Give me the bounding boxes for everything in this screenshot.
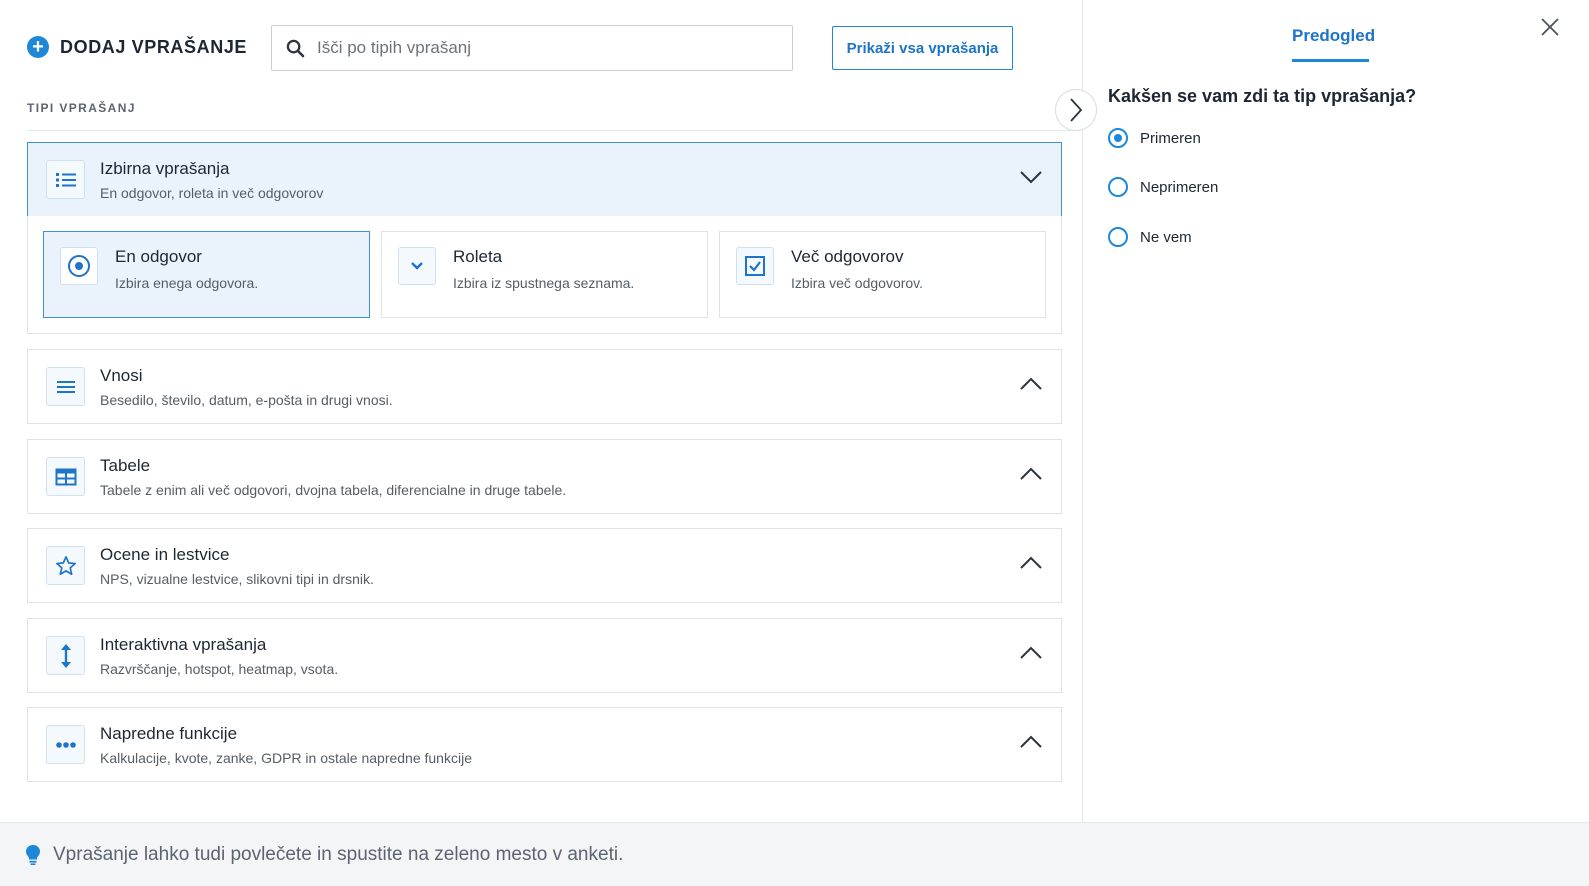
answer-label: Primeren [1140, 129, 1201, 147]
checkbox-icon [736, 247, 774, 285]
option-description: Izbira iz spustnega seznama. [453, 275, 635, 291]
tab-preview[interactable]: Predogled [1292, 26, 1375, 46]
category-description: Kalkulacije, kvote, zanke, GDPR in ostal… [100, 749, 472, 766]
radio-button[interactable] [1108, 128, 1128, 148]
plus-circle-icon: + [27, 36, 49, 58]
chevron-down-icon [1020, 171, 1042, 184]
category-title: Tabele [100, 455, 151, 475]
tab-active-indicator [1292, 59, 1369, 62]
show-all-questions-button[interactable]: Prikaži vsa vprašanja [832, 26, 1013, 70]
star-icon [46, 546, 85, 585]
preview-question-title: Kakšen se vam zdi ta tip vprašanja? [1108, 86, 1417, 106]
text-lines-icon [46, 367, 85, 406]
preview-answer-option[interactable]: Primeren [1108, 128, 1201, 148]
chevron-right-icon [1070, 98, 1083, 122]
add-question-title: DODAJ VPRAŠANJE [60, 36, 248, 57]
answer-label: Neprimeren [1140, 178, 1219, 196]
section-label: TIPI VPRAŠANJ [27, 101, 136, 115]
category-inputs[interactable]: Vnosi Besedilo, število, datum, e-pošta … [27, 349, 1062, 424]
footer-hint-text: Vprašanje lahko tudi povlečete in spusti… [53, 843, 624, 865]
option-multiple-answers[interactable]: Več odgovorov Izbira več odgovorov. [719, 231, 1046, 318]
table-icon [46, 457, 85, 496]
option-title: Več odgovorov [791, 247, 904, 266]
section-divider [27, 130, 1081, 131]
category-description: Razvrščanje, hotspot, heatmap, vsota. [100, 660, 339, 677]
category-tables[interactable]: Tabele Tabele z enim ali več odgovori, d… [27, 439, 1062, 514]
category-title: Ocene in lestvice [100, 544, 230, 564]
collapse-preview-button[interactable] [1055, 89, 1097, 131]
category-title: Vnosi [100, 365, 143, 385]
preview-answer-option[interactable]: Ne vem [1108, 227, 1192, 247]
dropdown-icon [398, 247, 436, 285]
chevron-up-icon [1020, 646, 1042, 659]
answer-label: Ne vem [1140, 228, 1192, 246]
category-title: Napredne funkcije [100, 723, 238, 743]
search-icon [286, 39, 305, 57]
option-title: En odgovor [115, 247, 202, 266]
category-advanced-functions[interactable]: Napredne funkcije Kalkulacije, kvote, za… [27, 707, 1062, 782]
category-title: Interaktivna vprašanja [100, 634, 267, 654]
close-icon[interactable] [1539, 16, 1561, 38]
category-description: Tabele z enim ali več odgovori, dvojna t… [100, 481, 567, 498]
category-ratings-scales[interactable]: Ocene in lestvice NPS, vizualne lestvice… [27, 528, 1062, 603]
option-title: Roleta [453, 247, 503, 266]
category-description: En odgovor, roleta in več odgovorov [100, 184, 324, 201]
list-icon [46, 160, 85, 199]
question-type-panel: + DODAJ VPRAŠANJE Prikaži vsa vprašanja … [0, 0, 1097, 822]
category-title: Izbirna vprašanja [100, 158, 230, 178]
preview-panel: Predogled Kakšen se vam zdi ta tip vpraš… [1082, 0, 1589, 822]
search-input[interactable] [317, 38, 757, 58]
chevron-up-icon [1020, 377, 1042, 390]
chevron-up-icon [1020, 467, 1042, 480]
lightbulb-icon [26, 844, 40, 865]
category-description: NPS, vizualne lestvice, slikovni tipi in… [100, 570, 374, 587]
option-description: Izbira enega odgovora. [115, 275, 259, 291]
radio-button[interactable] [1108, 227, 1128, 247]
chevron-up-icon [1020, 735, 1042, 748]
option-single-answer[interactable]: En odgovor Izbira enega odgovora. [43, 231, 370, 318]
option-description: Izbira več odgovorov. [791, 275, 924, 291]
footer-hint-bar: Vprašanje lahko tudi povlečete in spusti… [0, 822, 1589, 886]
option-dropdown[interactable]: Roleta Izbira iz spustnega seznama. [381, 231, 708, 318]
chevron-up-icon [1020, 556, 1042, 569]
add-question-header: + DODAJ VPRAŠANJE [27, 36, 247, 58]
radio-button[interactable] [1108, 177, 1128, 197]
category-description: Besedilo, število, datum, e-pošta in dru… [100, 391, 393, 408]
preview-answer-option[interactable]: Neprimeren [1108, 177, 1218, 197]
more-dots-icon [46, 725, 85, 764]
choice-options-container: En odgovor Izbira enega odgovora. Roleta… [27, 216, 1062, 334]
radio-icon [60, 247, 98, 285]
search-box[interactable] [271, 25, 793, 71]
vertical-arrows-icon [46, 636, 85, 675]
category-interactive-questions[interactable]: Interaktivna vprašanja Razvrščanje, hots… [27, 618, 1062, 693]
category-choice-questions[interactable]: Izbirna vprašanja En odgovor, roleta in … [27, 142, 1062, 217]
